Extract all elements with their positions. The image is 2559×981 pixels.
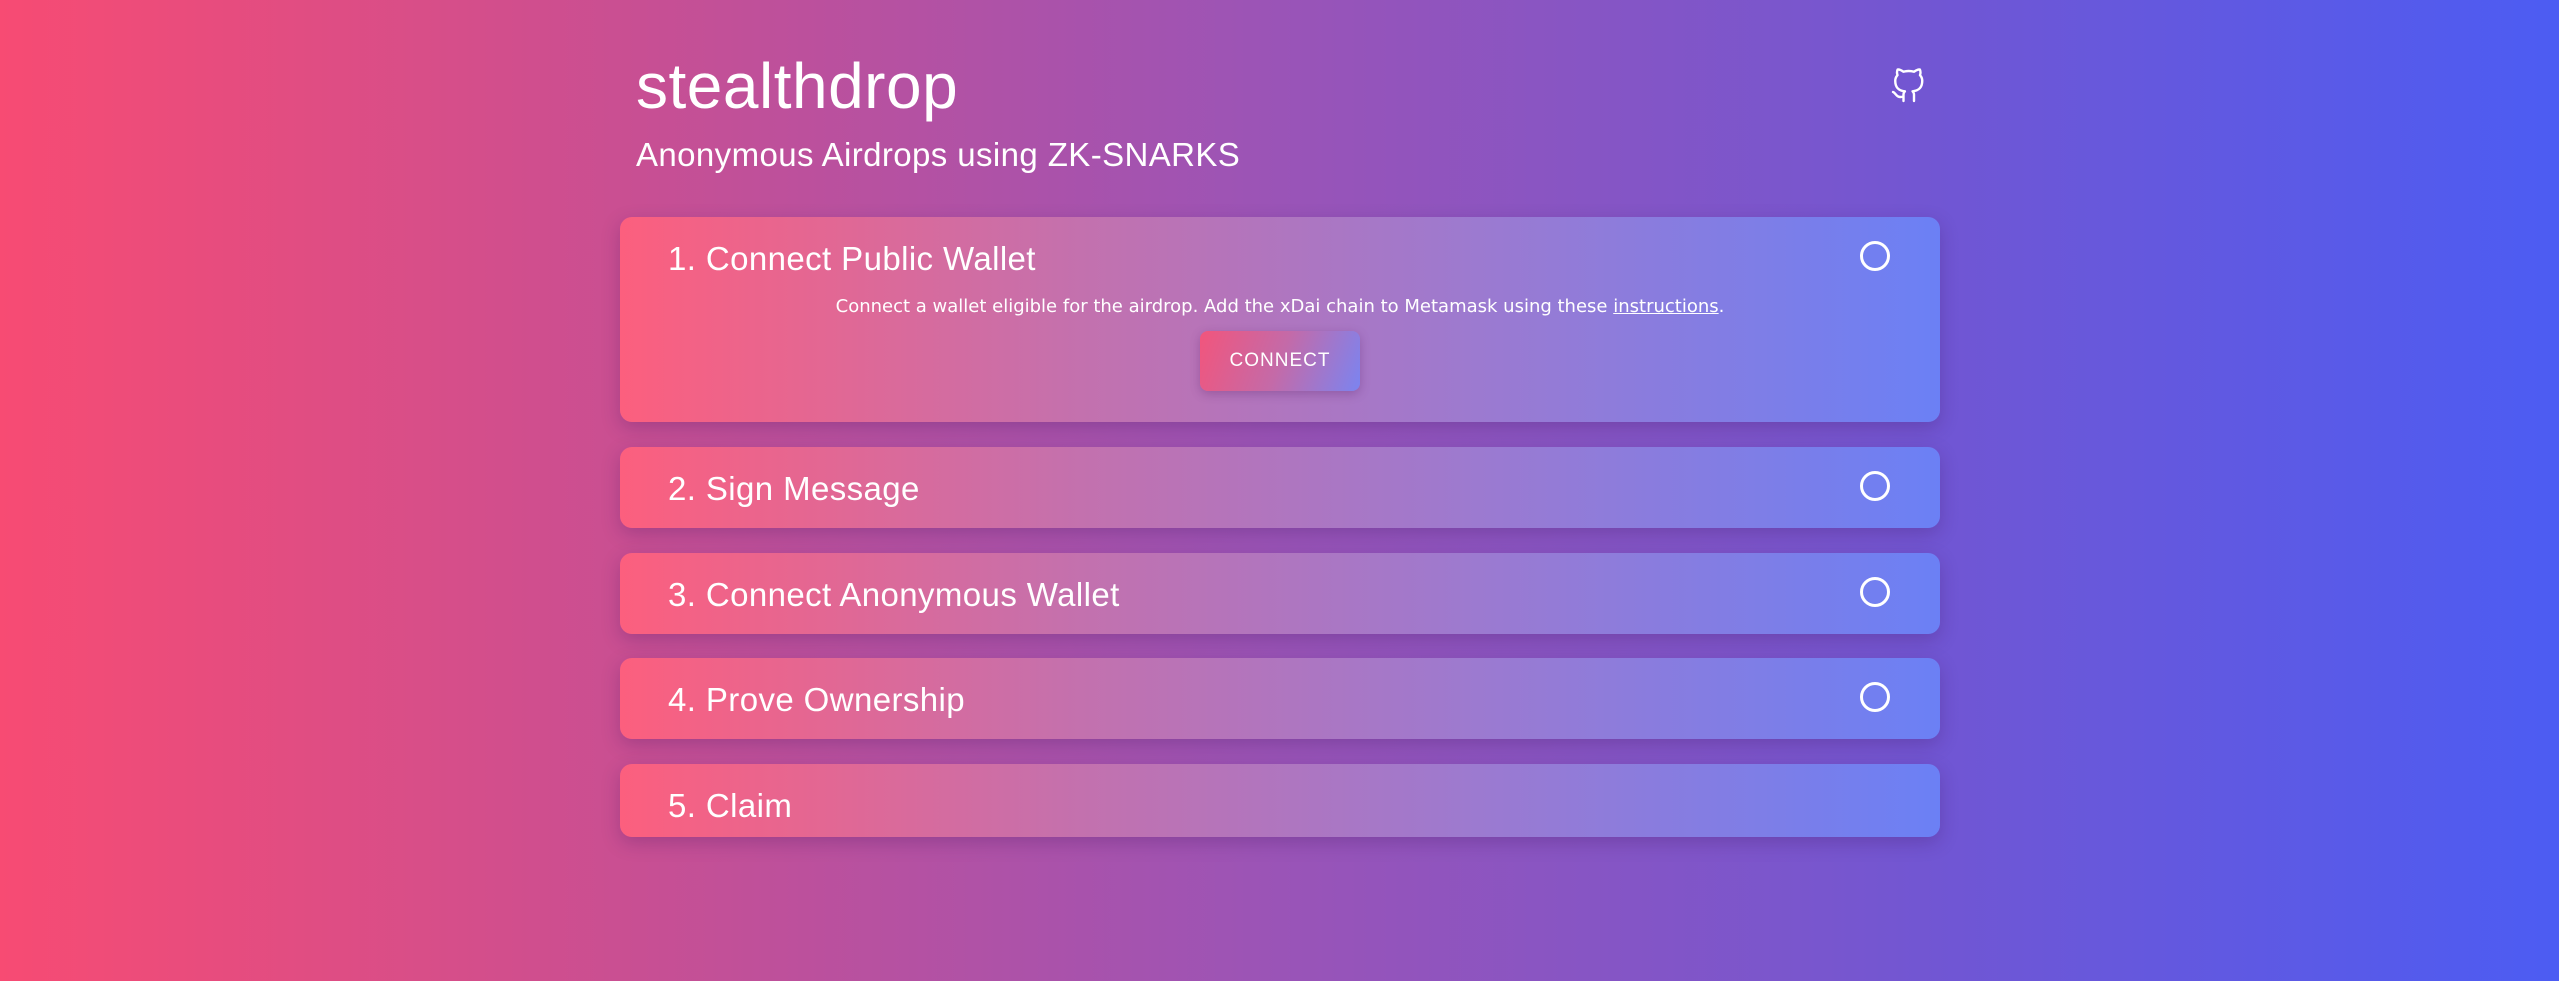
app-title: stealthdrop xyxy=(636,50,959,122)
step-prove-ownership[interactable]: 4. Prove Ownership xyxy=(620,658,1940,739)
step-title: 1. Connect Public Wallet xyxy=(668,240,1036,277)
app-container: stealthdrop Anonymous Airdrops using ZK-… xyxy=(620,0,1940,981)
step-connect-anonymous-wallet[interactable]: 3. Connect Anonymous Wallet xyxy=(620,553,1940,634)
app-subtitle: Anonymous Airdrops using ZK-SNARKS xyxy=(636,136,1241,173)
step-title: 3. Connect Anonymous Wallet xyxy=(668,576,1120,613)
step-title: 4. Prove Ownership xyxy=(668,681,965,718)
step-title: 2. Sign Message xyxy=(668,470,920,507)
description-suffix: . xyxy=(1718,296,1725,317)
circle-outline-icon xyxy=(1860,577,1890,607)
github-icon[interactable] xyxy=(1890,68,1926,104)
description-text: Connect a wallet eligible for the airdro… xyxy=(835,296,1614,317)
instructions-link[interactable]: instructions xyxy=(1613,296,1718,317)
step-connect-public-wallet[interactable]: 1. Connect Public Wallet Connect a walle… xyxy=(620,217,1940,422)
circle-outline-icon xyxy=(1860,682,1890,712)
circle-outline-icon xyxy=(1860,471,1890,501)
step-sign-message[interactable]: 2. Sign Message xyxy=(620,447,1940,528)
step-claim[interactable]: 5. Claim xyxy=(620,764,1940,837)
connect-button[interactable]: CONNECT xyxy=(1200,331,1360,391)
circle-outline-icon xyxy=(1860,241,1890,271)
step-description: Connect a wallet eligible for the airdro… xyxy=(620,295,1940,319)
step-title: 5. Claim xyxy=(668,787,793,824)
